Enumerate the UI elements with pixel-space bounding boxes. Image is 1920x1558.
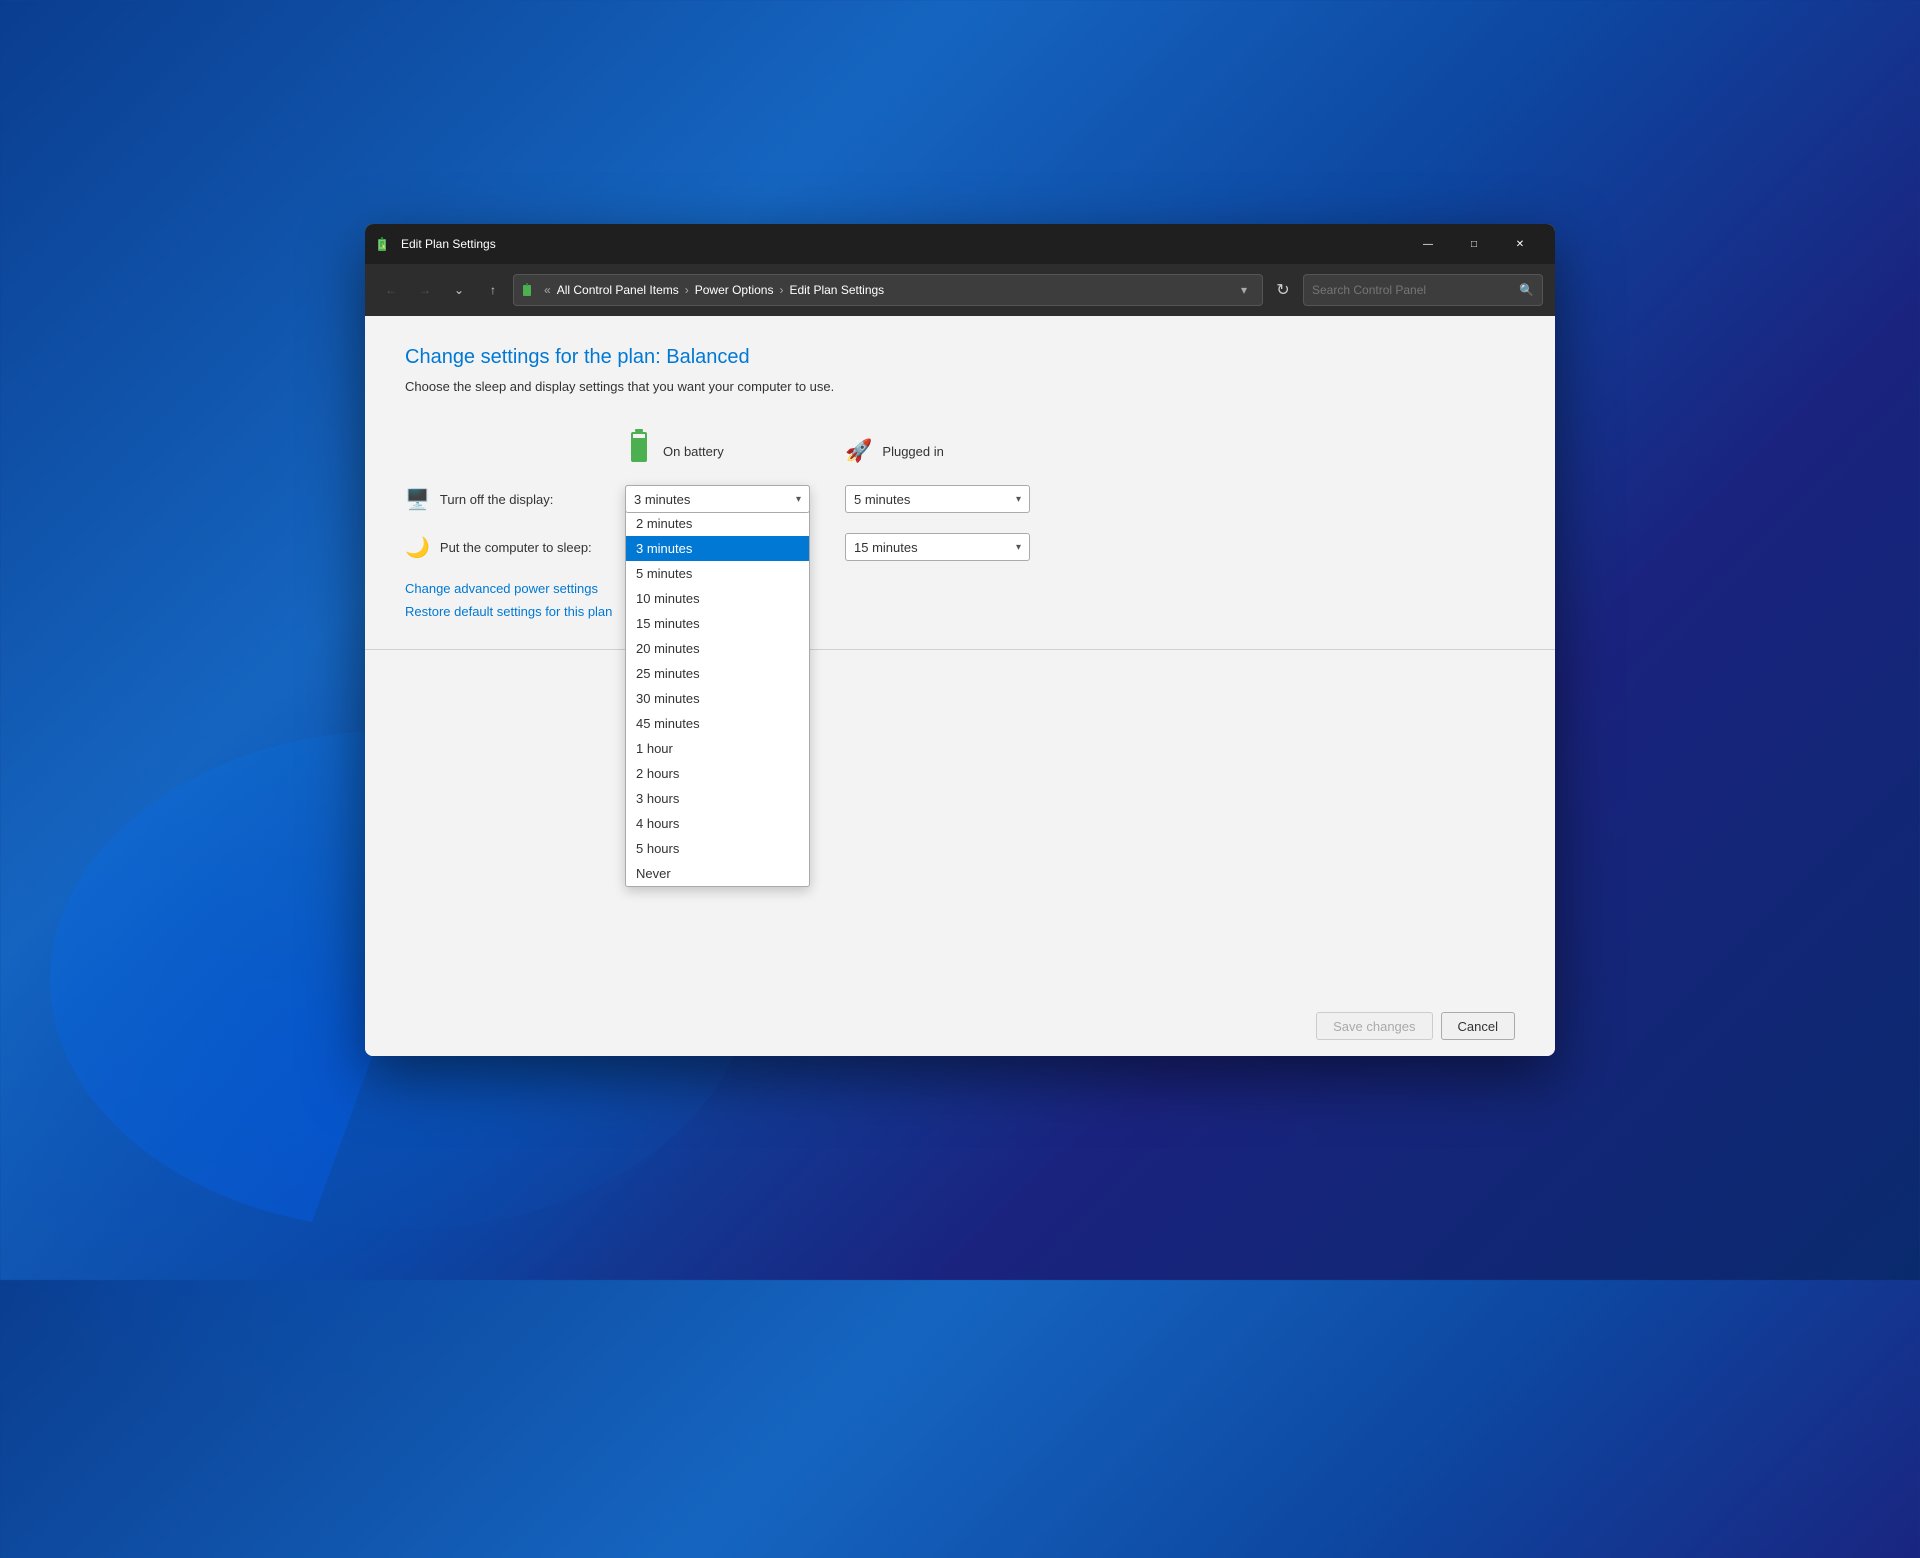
display-battery-value: 3 minutes (634, 492, 690, 507)
forward-button[interactable]: → (411, 276, 439, 304)
window-icon (377, 236, 393, 252)
column-headers: On battery 🚀 Plugged in (625, 429, 1515, 473)
option-2-hours[interactable]: 2 hours (626, 761, 809, 786)
advanced-power-settings-link[interactable]: Change advanced power settings (405, 581, 1515, 596)
option-1-hour[interactable]: 1 hour (626, 736, 809, 761)
maximize-button[interactable]: □ (1451, 224, 1497, 264)
option-10-minutes[interactable]: 10 minutes (626, 586, 809, 611)
titlebar-controls: — □ ✕ (1405, 224, 1543, 264)
breadcrumb-power-options[interactable]: Power Options (695, 283, 774, 297)
breadcrumb-arrow-2: › (779, 283, 783, 297)
sleep-setting-row: 🌙 Put the computer to sleep: 15 minutes … (405, 533, 1515, 561)
cancel-button[interactable]: Cancel (1441, 1012, 1515, 1040)
option-4-hours[interactable]: 4 hours (626, 811, 809, 836)
breadcrumb-separator-1: « (544, 283, 551, 297)
breadcrumb-current: Edit Plan Settings (789, 283, 884, 297)
addressbar: ← → ⌄ ↑ « All Control Panel Items › Powe… (365, 264, 1555, 316)
display-setting-label: 🖥️ Turn off the display: (405, 487, 625, 512)
option-3-hours[interactable]: 3 hours (626, 786, 809, 811)
content-divider (365, 649, 1555, 650)
plugged-label: Plugged in (882, 444, 943, 459)
display-plugged-dropdown-container: 5 minutes ▾ (845, 485, 1030, 513)
battery-icon (625, 429, 653, 473)
display-label-text: Turn off the display: (440, 492, 553, 507)
search-icon: 🔍 (1519, 283, 1534, 297)
footer: Save changes Cancel (365, 996, 1555, 1056)
back-button[interactable]: ← (377, 276, 405, 304)
option-25-minutes[interactable]: 25 minutes (626, 661, 809, 686)
breadcrumb-root[interactable]: All Control Panel Items (557, 283, 679, 297)
sleep-dropdown-arrow-icon: ▾ (1016, 542, 1021, 553)
display-setting-row: 🖥️ Turn off the display: 1 minute 2 minu… (405, 485, 1515, 513)
close-button[interactable]: ✕ (1497, 224, 1543, 264)
main-window: Edit Plan Settings — □ ✕ ← → ⌄ ↑ « All C… (365, 224, 1555, 1056)
option-30-minutes[interactable]: 30 minutes (626, 686, 809, 711)
sleep-icon: 🌙 (405, 535, 430, 560)
sleep-plugged-value: 15 minutes (854, 540, 918, 555)
breadcrumb-arrow-1: › (685, 283, 689, 297)
cp-icon (522, 282, 538, 298)
plan-title: Change settings for the plan: Balanced (405, 346, 1515, 369)
titlebar-title: Edit Plan Settings (401, 237, 1405, 251)
restore-defaults-link[interactable]: Restore default settings for this plan (405, 604, 1515, 619)
titlebar: Edit Plan Settings — □ ✕ (365, 224, 1555, 264)
display-battery-dropdown[interactable]: 3 minutes ▾ (625, 485, 810, 513)
option-15-minutes[interactable]: 15 minutes (626, 611, 809, 636)
plugged-column-header: 🚀 Plugged in (845, 429, 1065, 473)
minimize-button[interactable]: — (1405, 224, 1451, 264)
sleep-plugged-dropdown-container: 15 minutes ▾ (845, 533, 1030, 561)
dropdown-nav-button[interactable]: ⌄ (445, 276, 473, 304)
dropdown-arrow-icon: ▾ (796, 494, 801, 505)
display-icon: 🖥️ (405, 487, 430, 512)
option-45-minutes[interactable]: 45 minutes (626, 711, 809, 736)
battery-label: On battery (663, 444, 724, 459)
option-2-minutes[interactable]: 2 minutes (626, 511, 809, 536)
sleep-plugged-dropdown[interactable]: 15 minutes ▾ (845, 533, 1030, 561)
option-20-minutes[interactable]: 20 minutes (626, 636, 809, 661)
dropdown-arrow-plugged-icon: ▾ (1016, 494, 1021, 505)
display-plugged-value: 5 minutes (854, 492, 910, 507)
address-dropdown-button[interactable]: ▾ (1234, 280, 1254, 300)
up-button[interactable]: ↑ (479, 276, 507, 304)
content-area: Change settings for the plan: Balanced C… (365, 316, 1555, 996)
address-bar[interactable]: « All Control Panel Items › Power Option… (513, 274, 1263, 306)
sleep-setting-label: 🌙 Put the computer to sleep: (405, 535, 625, 560)
option-5-hours[interactable]: 5 hours (626, 836, 809, 861)
plan-description: Choose the sleep and display settings th… (405, 379, 1515, 394)
display-plugged-dropdown[interactable]: 5 minutes ▾ (845, 485, 1030, 513)
option-never[interactable]: Never (626, 861, 809, 886)
display-battery-dropdown-container: 1 minute 2 minutes 3 minutes 5 minutes 1… (625, 485, 810, 513)
save-changes-button[interactable]: Save changes (1316, 1012, 1432, 1040)
sleep-label-text: Put the computer to sleep: (440, 540, 592, 555)
battery-column-header: On battery (625, 429, 845, 473)
links-section: Change advanced power settings Restore d… (405, 581, 1515, 619)
search-input[interactable] (1312, 283, 1513, 297)
option-5-minutes[interactable]: 5 minutes (626, 561, 809, 586)
plugged-icon: 🚀 (845, 438, 872, 464)
display-battery-dropdown-open[interactable]: 1 minute 2 minutes 3 minutes 5 minutes 1… (625, 485, 810, 887)
search-box[interactable]: 🔍 (1303, 274, 1543, 306)
refresh-button[interactable]: ↻ (1269, 276, 1297, 304)
option-3-minutes-selected[interactable]: 3 minutes (626, 536, 809, 561)
